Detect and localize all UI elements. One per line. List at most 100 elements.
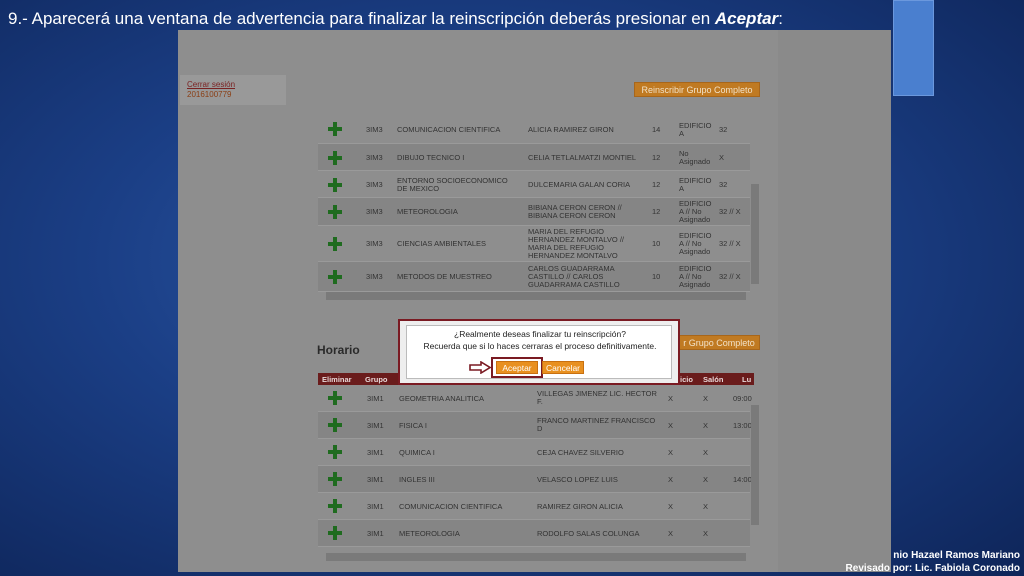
subject-cell: FISICA I <box>399 421 427 430</box>
group-cell: 3IM1 <box>367 529 384 538</box>
building-cell: EDIFICIO A // No Asignado <box>679 231 712 256</box>
group-cell: 3IM3 <box>366 180 383 189</box>
building-cell: EDIFICIO A // No Asignado <box>679 264 712 289</box>
group-cell: 3IM3 <box>366 125 383 134</box>
schedule-table: 3IM1 GEOMETRIA ANALITICA VILLEGAS JIMENE… <box>318 385 761 572</box>
teacher-cell: VILLEGAS JIMENEZ LIC. HECTOR F. <box>537 389 657 406</box>
reenroll-all-button-2[interactable]: r Grupo Completo <box>678 335 760 350</box>
slots-cell: 32 <box>719 125 728 134</box>
instruction-bold: Aceptar <box>714 9 779 28</box>
room-cell: X <box>703 529 709 538</box>
table-row: 3IM3 METEOROLOGIA BIBIANA CERON CERON //… <box>318 198 750 226</box>
credits-author: nio Hazael Ramos Mariano <box>893 550 1020 561</box>
group-cell: 3IM3 <box>366 272 383 281</box>
add-icon[interactable] <box>328 178 342 192</box>
header-time: Lu <box>742 375 752 384</box>
group-cell: 3IM1 <box>367 475 384 484</box>
teacher-cell: RODOLFO SALAS COLUNGA <box>537 529 640 538</box>
subject-cell: INGLES III <box>399 475 435 484</box>
decorative-rectangle <box>893 0 934 96</box>
room-cell: X <box>703 475 709 484</box>
add-icon[interactable] <box>328 270 342 284</box>
slide-credits: nio Hazael Ramos Mariano Revisado por: L… <box>820 549 1020 576</box>
confirm-dialog: ¿Realmente deseas finalizar tu reinscrip… <box>398 319 680 385</box>
screenshot-panel: Cerrar sesión 2016100779 Reinscribir Gru… <box>178 30 891 572</box>
teacher-cell: FRANCO MARTINEZ FRANCISCO D <box>537 416 656 433</box>
remove-icon[interactable] <box>328 445 342 459</box>
remove-icon[interactable] <box>328 391 342 405</box>
subject-cell: DIBUJO TECNICO I <box>397 153 465 162</box>
table-row: 3IM3 CIENCIAS AMBIENTALES MARIA DEL REFU… <box>318 226 750 262</box>
time-cell: 14:00 <box>733 475 752 484</box>
credits-cell: 10 <box>652 239 661 248</box>
group-cell: 3IM1 <box>367 421 384 430</box>
table-row: 3IM1 GEOMETRIA ANALITICA VILLEGAS JIMENE… <box>318 385 752 412</box>
instruction-suffix: : <box>778 9 783 28</box>
user-box: Cerrar sesión 2016100779 <box>180 75 286 105</box>
teacher-cell: CELIA TETLALMATZI MONTIEL <box>528 153 637 162</box>
subject-cell: COMUNICACION CIENTIFICA <box>399 502 503 511</box>
logout-link[interactable]: Cerrar sesión <box>187 80 279 90</box>
group-cell: 3IM1 <box>367 394 384 403</box>
group-cell: 3IM3 <box>366 207 383 216</box>
subject-cell: METEOROLOGIA <box>399 529 460 538</box>
teacher-cell: CEJA CHAVEZ SILVERIO <box>537 448 624 457</box>
table-row: 3IM3 DIBUJO TECNICO I CELIA TETLALMATZI … <box>318 144 750 171</box>
table-row: 3IM1 COMUNICACION CIENTIFICA RAMIREZ GIR… <box>318 493 750 520</box>
horizontal-scrollbar[interactable] <box>326 292 746 300</box>
subject-cell: ENTORNO SOCIOECONOMICO DE MEXICO <box>397 176 508 193</box>
room-cell: X <box>703 448 709 457</box>
subject-cell: CIENCIAS AMBIENTALES <box>397 239 487 248</box>
table-row: 3IM1 METEOROLOGIA RODOLFO SALAS COLUNGA … <box>318 520 750 547</box>
table-row: 3IM3 METODOS DE MUESTREO CARLOS GUADARRA… <box>318 262 750 292</box>
remove-icon[interactable] <box>328 499 342 513</box>
remove-icon[interactable] <box>328 418 342 432</box>
start-cell: X <box>668 475 674 484</box>
subject-cell: GEOMETRIA ANALITICA <box>399 394 485 403</box>
header-remove: Eliminar <box>322 375 352 384</box>
add-icon[interactable] <box>328 205 342 219</box>
start-cell: X <box>668 529 674 538</box>
start-cell: X <box>668 448 674 457</box>
building-cell: EDIFICIO A <box>679 176 712 193</box>
credits-cell: 12 <box>652 180 661 189</box>
room-cell: X <box>703 502 709 511</box>
accept-button[interactable]: Aceptar <box>496 361 538 374</box>
instruction-text: 9.- Aparecerá una ventana de advertencia… <box>8 9 715 28</box>
dialog-question: ¿Realmente deseas finalizar tu reinscrip… <box>454 329 626 339</box>
arrow-right-icon <box>469 361 491 374</box>
teacher-cell: MARIA DEL REFUGIO HERNANDEZ MONTALVO // … <box>528 227 624 260</box>
add-icon[interactable] <box>328 237 342 251</box>
table-row: 3IM1 QUIMICA I CEJA CHAVEZ SILVERIO X X <box>318 439 750 466</box>
header-start: icio <box>680 375 693 384</box>
horizontal-scrollbar[interactable] <box>326 553 746 561</box>
add-icon[interactable] <box>328 122 342 136</box>
time-cell: 09:00 <box>733 394 752 403</box>
slots-cell: X <box>719 153 725 162</box>
table-row: 3IM1 FISICA I FRANCO MARTINEZ FRANCISCO … <box>318 412 752 439</box>
add-icon[interactable] <box>328 151 342 165</box>
room-cell: X <box>703 394 709 403</box>
slide-instruction: 9.- Aparecerá una ventana de advertencia… <box>8 8 868 30</box>
teacher-cell: BIBIANA CERON CERON // BIBIANA CERON CER… <box>528 203 622 220</box>
remove-icon[interactable] <box>328 526 342 540</box>
remove-icon[interactable] <box>328 472 342 486</box>
building-cell: EDIFICIO A // No Asignado <box>679 199 712 224</box>
building-cell: EDIFICIO A <box>679 121 712 138</box>
vertical-scrollbar[interactable] <box>751 405 759 525</box>
group-cell: 3IM3 <box>366 239 383 248</box>
vertical-scrollbar[interactable] <box>751 184 759 284</box>
schedule-title: Horario <box>317 343 360 357</box>
subject-cell: METEOROLOGIA <box>397 207 458 216</box>
reenroll-all-button[interactable]: Reinscribir Grupo Completo <box>634 82 760 97</box>
teacher-cell: DULCEMARIA GALAN CORIA <box>528 180 631 189</box>
cancel-button[interactable]: Cancelar <box>542 361 584 374</box>
table-row: 3IM3 COMUNICACION CIENTIFICA ALICIA RAMI… <box>318 114 750 144</box>
start-cell: X <box>668 421 674 430</box>
room-cell: X <box>703 421 709 430</box>
dialog-warning: Recuerda que si lo haces cerraras el pro… <box>423 341 657 351</box>
credits-reviewer: Revisado por: Lic. Fabiola Coronado Luna <box>845 563 1020 574</box>
header-group: Grupo <box>365 375 388 384</box>
slots-cell: 32 // X <box>719 207 741 216</box>
dialog-body: ¿Realmente deseas finalizar tu reinscrip… <box>406 325 672 379</box>
